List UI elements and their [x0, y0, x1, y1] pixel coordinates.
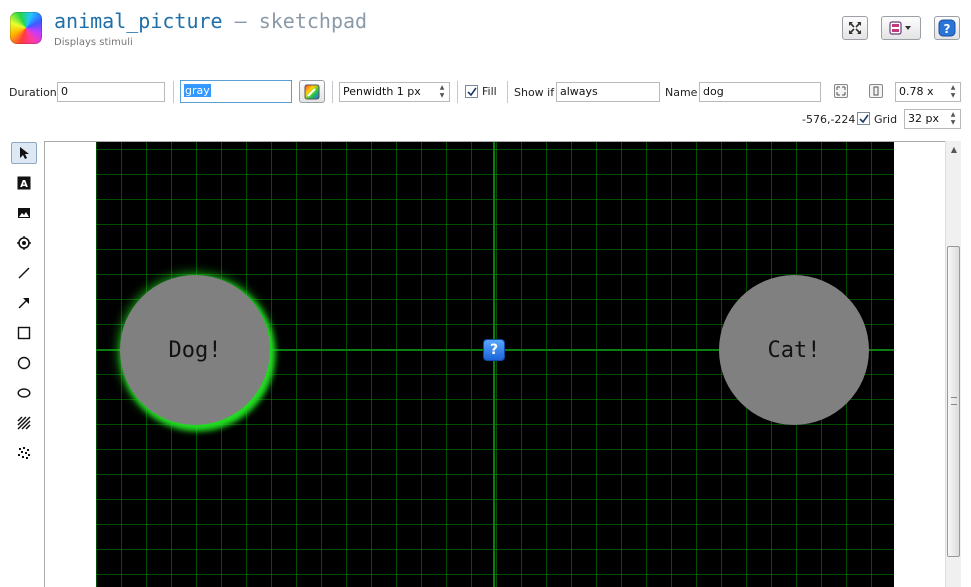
checkmark-icon: [859, 114, 869, 124]
options-menu-button[interactable]: [881, 16, 921, 40]
tool-text[interactable]: A: [11, 172, 37, 194]
tool-image[interactable]: [11, 202, 37, 224]
toolbar-divider: [173, 81, 174, 103]
tool-fixdot[interactable]: [11, 232, 37, 254]
options-menu-icon: [889, 21, 911, 35]
dog-circle[interactable]: Dog!: [120, 275, 270, 425]
showif-label: Show if: [514, 86, 555, 99]
item-description[interactable]: Displays stimuli: [54, 37, 133, 48]
text-icon: A: [17, 176, 31, 190]
cat-label: Cat!: [767, 337, 821, 363]
pointer-icon: [20, 147, 29, 159]
chevron-down-icon[interactable]: ▼: [947, 92, 959, 100]
toolbar-divider: [457, 81, 458, 103]
tool-pointer[interactable]: [11, 142, 37, 164]
scrollbar-grip: [951, 397, 957, 405]
color-value: gray: [184, 84, 211, 97]
grid-checkbox[interactable]: [857, 112, 870, 125]
chevron-down-icon[interactable]: ▼: [436, 92, 448, 100]
duration-label: Duration: [9, 86, 57, 99]
gabor-icon: [17, 416, 31, 430]
dog-label: Dog!: [168, 337, 222, 363]
arrow-icon: [18, 298, 29, 309]
line-icon: [18, 267, 30, 279]
grid-size-stepper[interactable]: ▲ ▼: [947, 111, 959, 127]
chevron-up-icon[interactable]: ▲: [947, 84, 959, 92]
sketchpad-editor: animal_picture — sketchpad Displays stim…: [0, 0, 971, 587]
tool-noise[interactable]: [11, 442, 37, 464]
penwidth-spinbox[interactable]: Penwidth 1 px ▲ ▼: [339, 82, 450, 102]
noise-patch-icon: [18, 447, 30, 459]
checkmark-icon: [467, 87, 477, 97]
zoom-value: 0.78 x: [899, 85, 934, 98]
chevron-down-icon[interactable]: ▼: [947, 119, 959, 127]
name-input[interactable]: dog: [699, 82, 821, 102]
fullscreen-icon: [849, 22, 861, 34]
item-type: sketchpad: [258, 9, 368, 33]
center-view-icon[interactable]: [834, 84, 848, 98]
zoom-stepper[interactable]: ▲ ▼: [947, 84, 959, 100]
penwidth-value: Penwidth 1 px: [343, 85, 421, 98]
toolbar-divider: [507, 81, 508, 103]
help-icon: ?: [938, 19, 956, 37]
grid-label: Grid: [874, 113, 898, 126]
ellipse-icon: [17, 388, 31, 398]
tool-circle[interactable]: [11, 352, 37, 374]
svg-text:A: A: [20, 179, 28, 190]
canvas-viewport[interactable]: Dog! Cat! ?: [44, 141, 945, 587]
grid-size-spinbox[interactable]: 32 px ▲ ▼: [904, 109, 961, 129]
name-label: Name: [665, 86, 698, 99]
chevron-up-icon[interactable]: ▲: [436, 84, 448, 92]
showif-input[interactable]: always: [556, 82, 660, 102]
toolbar-divider: [332, 81, 333, 103]
tool-line[interactable]: [11, 262, 37, 284]
grid-axis-vertical: [493, 142, 495, 587]
tool-rect[interactable]: [11, 322, 37, 344]
color-picker-icon: [304, 84, 320, 99]
item-title: animal_picture — sketchpad: [54, 9, 367, 33]
fill-label: Fill: [482, 85, 497, 98]
color-picker-button[interactable]: [299, 80, 325, 103]
duration-input[interactable]: 0: [57, 82, 165, 102]
cursor-coordinates: -576,-224: [802, 113, 856, 126]
scroll-up-icon[interactable]: ▲: [946, 141, 962, 157]
chevron-up-icon[interactable]: ▲: [947, 111, 959, 119]
svg-text:?: ?: [944, 22, 951, 36]
rectangle-icon: [17, 326, 31, 340]
tool-ellipse[interactable]: [11, 382, 37, 404]
help-button[interactable]: ?: [934, 16, 960, 40]
grid-size-value: 32 px: [908, 112, 939, 125]
fullscreen-button[interactable]: [842, 16, 868, 40]
cat-circle[interactable]: Cat!: [719, 275, 869, 425]
penwidth-stepper[interactable]: ▲ ▼: [436, 84, 448, 100]
item-name[interactable]: animal_picture: [54, 9, 223, 33]
fixation-dot-icon: [17, 236, 31, 250]
sketchpad-canvas[interactable]: Dog! Cat! ?: [96, 142, 894, 587]
vertical-scrollbar[interactable]: ▲: [945, 141, 961, 587]
image-icon: [18, 208, 30, 218]
fill-checkbox[interactable]: [465, 85, 478, 98]
circle-icon: [17, 356, 31, 370]
zoom-spinbox[interactable]: 0.78 x ▲ ▼: [895, 82, 961, 102]
title-separator: —: [222, 9, 259, 33]
sketchpad-app-icon: [10, 12, 42, 44]
tool-gabor[interactable]: [11, 412, 37, 434]
scrollbar-thumb[interactable]: [947, 246, 960, 557]
tool-arrow[interactable]: [11, 292, 37, 314]
zoom-reset-icon[interactable]: [869, 84, 883, 98]
center-help-marker[interactable]: ?: [483, 339, 505, 361]
color-input[interactable]: gray: [180, 80, 292, 103]
